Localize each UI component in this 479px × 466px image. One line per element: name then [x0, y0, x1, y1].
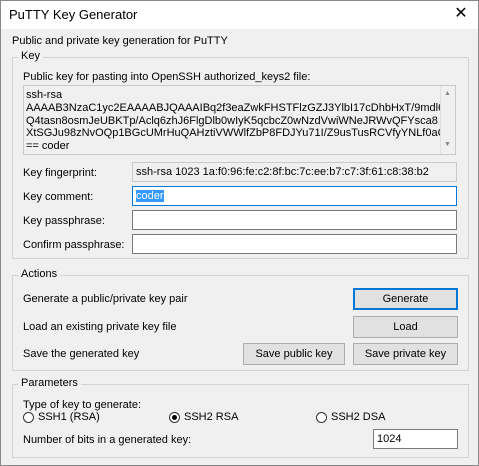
- actions-group-label: Actions: [18, 268, 61, 280]
- pubkey-line: XtSGJu98zNvOQp1BGcUMrHuQAHztiVWWlfZbP8FD…: [26, 127, 447, 140]
- generate-button[interactable]: Generate: [353, 288, 458, 310]
- bits-field[interactable]: 1024: [373, 429, 458, 449]
- scroll-up-icon[interactable]: ▲: [444, 88, 451, 101]
- fingerprint-field[interactable]: ssh-rsa 1023 1a:f0:96:fe:c2:8f:bc:7c:ee:…: [132, 162, 457, 182]
- pubkey-line: AAAAB3NzaC1yc2EAAAABJQAAAIBq2f3eaZwkFHST…: [26, 101, 445, 114]
- radio-unchecked-icon[interactable]: [316, 411, 327, 423]
- load-text: Load an existing private key file: [23, 321, 177, 333]
- key-type-label: Type of key to generate:: [23, 399, 142, 411]
- radio-ssh1-rsa-label: SSH1 (RSA): [38, 411, 100, 423]
- pubkey-line: == coder: [26, 140, 70, 153]
- pubkey-line: Q4tasn8osmJeUBKTp/Aclq6zhJ6FlgDlb0wIyK5q…: [26, 114, 438, 127]
- pubkey-textarea[interactable]: ssh-rsa AAAAB3NzaC1yc2EAAAABJQAAAIBq2f3e…: [23, 85, 456, 155]
- save-private-key-button[interactable]: Save private key: [353, 343, 458, 365]
- radio-ssh2-rsa[interactable]: SSH2 RSA: [169, 411, 238, 423]
- save-text: Save the generated key: [23, 348, 140, 360]
- passphrase-field[interactable]: [132, 210, 457, 230]
- comment-field[interactable]: coder: [132, 186, 457, 206]
- fingerprint-label: Key fingerprint:: [23, 167, 97, 179]
- generate-text: Generate a public/private key pair: [23, 293, 188, 305]
- parameters-group-label: Parameters: [18, 377, 81, 389]
- passphrase-label: Key passphrase:: [23, 215, 105, 227]
- title-bar: PuTTY Key Generator ✕: [1, 1, 478, 29]
- save-public-key-button[interactable]: Save public key: [243, 343, 345, 365]
- radio-ssh2-dsa-label: SSH2 DSA: [331, 411, 386, 423]
- window-title: PuTTY Key Generator: [9, 7, 138, 22]
- radio-ssh2-rsa-label: SSH2 RSA: [184, 411, 239, 423]
- comment-value: coder: [136, 190, 164, 202]
- close-icon[interactable]: ✕: [452, 4, 470, 24]
- comment-label: Key comment:: [23, 191, 94, 203]
- bits-label: Number of bits in a generated key:: [23, 434, 192, 446]
- radio-unchecked-icon[interactable]: [23, 411, 34, 423]
- load-button[interactable]: Load: [353, 316, 458, 338]
- radio-checked-icon[interactable]: [169, 411, 180, 423]
- putty-keygen-window: PuTTY Key Generator ✕ Public and private…: [0, 0, 479, 466]
- pubkey-label: Public key for pasting into OpenSSH auth…: [23, 71, 311, 83]
- pubkey-line: ssh-rsa: [26, 89, 63, 101]
- radio-ssh1-rsa[interactable]: SSH1 (RSA): [23, 411, 100, 423]
- scroll-down-icon[interactable]: ▼: [444, 139, 451, 152]
- key-group-label: Key: [18, 50, 43, 62]
- radio-ssh2-dsa[interactable]: SSH2 DSA: [316, 411, 385, 423]
- pubkey-scrollbar[interactable]: ▲ ▼: [440, 86, 455, 154]
- confirm-passphrase-field[interactable]: [132, 234, 457, 254]
- confirm-passphrase-label: Confirm passphrase:: [23, 239, 125, 251]
- intro-text: Public and private key generation for Pu…: [12, 35, 228, 47]
